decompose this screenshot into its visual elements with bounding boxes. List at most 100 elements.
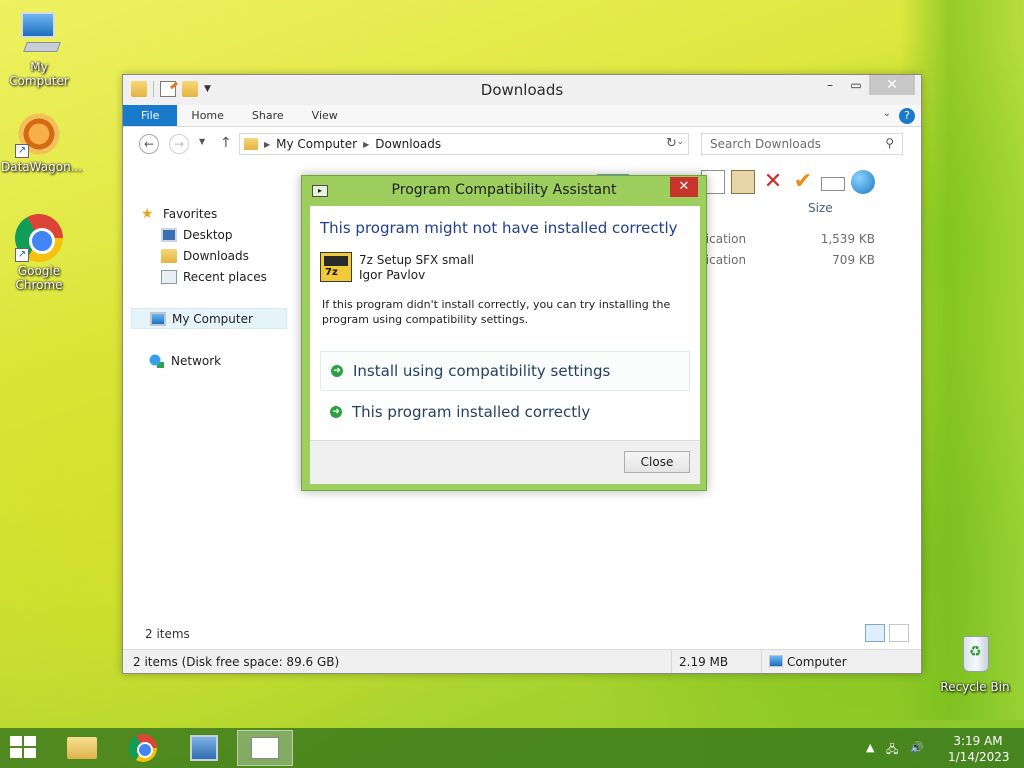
up-button[interactable]: ↑ [220,135,232,151]
search-icon[interactable]: ⚲ [885,136,894,150]
dialog-heading: This program might not have installed co… [320,219,678,237]
status-bar: 2 items (Disk free space: 89.6 GB) 2.19 … [123,649,921,673]
dialog-message: If this program didn't install correctly… [322,298,671,326]
installed-correctly-option[interactable]: ➜ This program installed correctly [320,392,690,432]
network-tray-icon[interactable]: 🖧 [886,741,898,760]
system-tray: ▲ 🖧 🔊 3:19 AM 1/14/2023 [866,728,1016,768]
nav-recent-places[interactable]: Recent places [131,266,291,287]
maximize-button[interactable]: ▭ [843,75,869,95]
nav-label: My Computer [172,311,253,326]
breadcrumb-downloads[interactable]: Downloads [375,137,441,151]
navigation-pane: ★ Favorites Desktop Downloads Recent pla… [131,203,291,371]
nav-label: Downloads [183,248,249,263]
show-hidden-icons-icon[interactable]: ▲ [866,741,874,754]
tab-view[interactable]: View [298,105,352,126]
nav-my-computer[interactable]: My Computer [131,308,287,329]
title-bar[interactable]: ▼ Downloads – ▭ ✕ [123,75,921,105]
file-size-cell: 1,539 KB [820,232,875,246]
setup-program-icon [190,735,218,761]
dialog-close-button[interactable]: ✕ [670,177,698,197]
close-button[interactable]: Close [624,451,690,473]
green-arrow-icon: ➜ [330,406,342,418]
volume-icon[interactable]: 🔊 [910,741,924,754]
program-publisher: Igor Pavlov [359,268,426,282]
dialog-title: Program Compatibility Assistant [391,182,617,198]
taskbar-chrome[interactable] [115,730,171,766]
desktop-icon-my-computer[interactable]: My Computer [1,10,77,88]
large-icons-view-button[interactable] [889,624,909,642]
desktop-icon [161,227,177,242]
desktop-icon-label: DataWagon... [1,160,83,174]
nav-desktop[interactable]: Desktop [131,224,291,245]
forward-button[interactable]: → [169,134,189,154]
chrome-icon: ↗ [15,214,63,262]
ribbon-tabs: File Home Share View ⌄ ? [123,105,921,127]
delete-icon[interactable]: ✕ [761,170,785,194]
refresh-icon[interactable]: ↻ [666,136,677,151]
tab-file[interactable]: File [123,105,178,126]
taskbar-compatibility-assistant[interactable] [237,730,293,766]
desktop-icon-label: Recycle Bin [940,680,1010,694]
chevron-right-icon[interactable]: ▶ [264,140,270,149]
clock[interactable]: 3:19 AM 1/14/2023 [948,733,1010,765]
nav-network[interactable]: Network [131,350,291,371]
expand-ribbon-icon[interactable]: ⌄ [883,108,891,119]
close-window-button[interactable]: ✕ [869,75,915,95]
desktop-icon-recycle-bin[interactable]: Recycle Bin [937,630,1013,694]
minimize-button[interactable]: – [817,75,843,95]
column-header-size[interactable]: Size [808,201,833,215]
list-window-icon [251,737,279,759]
recycle-bin-icon [951,630,999,678]
install-compat-settings-option[interactable]: ➜ Install using compatibility settings [320,351,690,391]
check-icon[interactable]: ✔ [791,170,815,194]
breadcrumb-my-computer[interactable]: My Computer [276,137,357,151]
chevron-right-icon[interactable]: ▶ [363,140,369,149]
recent-locations-dropdown-icon[interactable]: ▼ [199,137,205,146]
downloads-folder-icon [161,248,177,263]
file-explorer-icon [67,737,97,759]
windows-logo-icon [10,748,22,758]
start-button[interactable] [10,736,38,760]
tab-share[interactable]: Share [238,105,298,126]
compatibility-dialog: ▸ Program Compatibility Assistant ✕ This… [301,175,707,491]
help-icon[interactable]: ? [899,108,915,124]
desktop-icon-datawagon[interactable]: ↗ DataWagon... [1,110,83,174]
nav-label: Favorites [163,206,218,221]
nav-label: Desktop [183,227,233,242]
status-selected-size: 2.19 MB [679,655,729,669]
details-view-button[interactable] [865,624,885,642]
datawagon-icon: ↗ [15,110,63,158]
address-bar[interactable]: ▶ My Computer ▶ Downloads ⌄ [239,133,689,155]
computer-icon [769,655,783,667]
view-toggles [865,624,909,642]
nav-favorites[interactable]: ★ Favorites [131,203,291,224]
recent-places-icon [161,269,177,284]
taskbar-file-explorer[interactable] [54,730,110,766]
computer-icon [150,311,166,326]
network-icon [149,353,165,368]
chevron-down-icon[interactable]: ⌄ [676,137,684,147]
computer-icon [15,10,63,58]
windows-logo-icon [10,736,22,746]
paste-icon[interactable] [731,170,755,194]
green-arrow-icon: ➜ [331,365,343,377]
taskbar-setup[interactable] [176,730,232,766]
tab-home[interactable]: Home [177,105,237,126]
back-button[interactable]: ← [139,134,159,154]
status-location: Computer [769,655,847,669]
globe-icon[interactable] [851,170,875,194]
desktop-icon-google-chrome[interactable]: ↗ Google Chrome [1,214,77,292]
rename-icon[interactable] [821,177,845,191]
nav-label: Network [171,353,222,368]
search-placeholder: Search Downloads [710,137,821,151]
dialog-body: This program might not have installed co… [310,206,700,484]
star-icon: ★ [141,205,154,222]
clock-date: 1/14/2023 [948,750,1010,764]
file-size-cell: 709 KB [832,253,875,267]
status-divider [761,650,762,673]
navigation-bar: ← → ▼ ↑ ▶ My Computer ▶ Downloads ⌄ ↻ Se… [123,127,921,161]
nav-downloads[interactable]: Downloads [131,245,291,266]
search-input[interactable]: Search Downloads ⚲ [701,133,903,155]
window-controls: – ▭ ✕ [817,75,915,95]
